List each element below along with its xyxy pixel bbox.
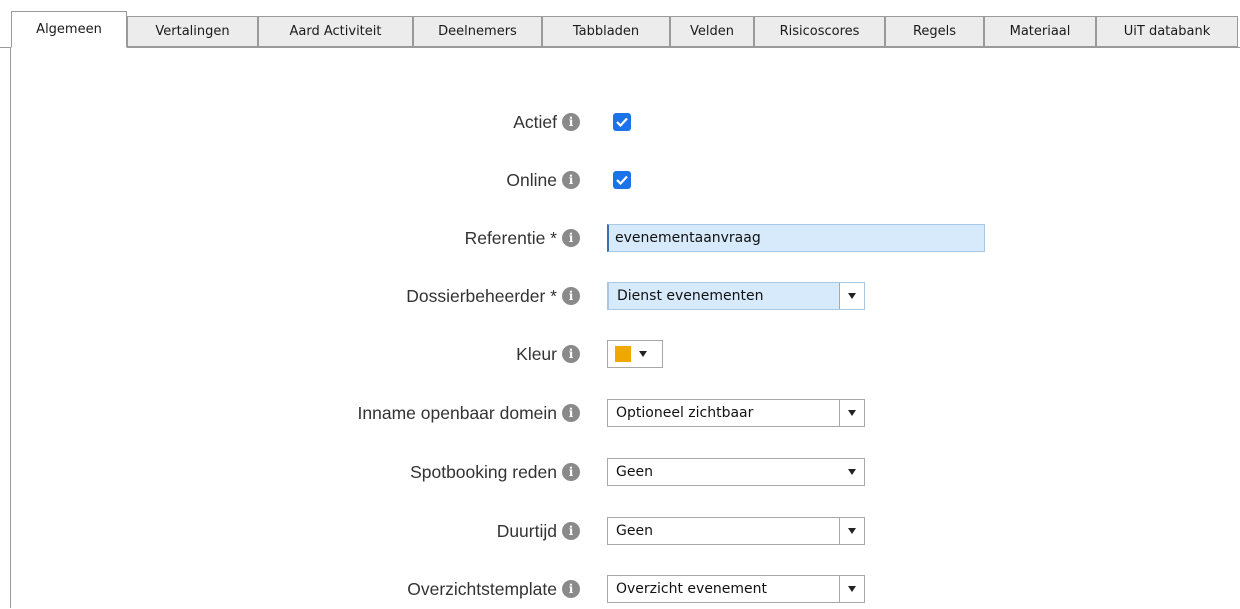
inname-value: Optioneel zichtbaar xyxy=(616,405,754,421)
check-icon xyxy=(616,175,628,185)
tab-algemeen[interactable]: Algemeen xyxy=(11,11,127,48)
row-kleur: Kleur i xyxy=(0,334,1240,374)
row-online: Online i xyxy=(0,160,1240,200)
info-icon[interactable]: i xyxy=(562,404,580,422)
referentie-input[interactable]: evenementaanvraag xyxy=(607,224,985,252)
duurtijd-label: Duurtijd xyxy=(496,520,557,541)
check-icon xyxy=(616,117,628,127)
tab-vertalingen[interactable]: Vertalingen xyxy=(127,16,258,47)
row-duurtijd: Duurtijd i Geen xyxy=(0,511,1240,551)
referentie-label: Referentie * xyxy=(464,227,557,248)
chevron-down-icon[interactable] xyxy=(839,518,864,544)
chevron-down-icon[interactable] xyxy=(839,400,864,426)
inname-select[interactable]: Optioneel zichtbaar xyxy=(607,399,865,427)
info-icon[interactable]: i xyxy=(562,113,580,131)
overzichtstemplate-label: Overzichtstemplate xyxy=(407,578,557,599)
tab-risicoscores[interactable]: Risicoscores xyxy=(754,16,885,47)
inname-label: Inname openbaar domein xyxy=(357,402,557,423)
tab-deelnemers[interactable]: Deelnemers xyxy=(413,16,542,47)
row-spotbooking: Spotbooking reden i Geen xyxy=(0,452,1240,492)
info-icon[interactable]: i xyxy=(562,287,580,305)
info-icon[interactable]: i xyxy=(562,580,580,598)
tab-aard-activiteit[interactable]: Aard Activiteit xyxy=(258,16,413,47)
chevron-down-icon[interactable] xyxy=(839,283,864,309)
online-label: Online xyxy=(506,169,557,190)
actief-checkbox[interactable] xyxy=(613,113,631,131)
dossierbeheerder-select[interactable]: Dienst evenementen xyxy=(607,282,865,310)
tab-bar: Algemeen Vertalingen Aard Activiteit Dee… xyxy=(0,0,1240,48)
kleur-label: Kleur xyxy=(516,343,557,364)
tab-materiaal[interactable]: Materiaal xyxy=(984,16,1096,47)
info-icon[interactable]: i xyxy=(562,229,580,247)
spotbooking-select[interactable]: Geen xyxy=(607,458,865,486)
info-icon[interactable]: i xyxy=(562,463,580,481)
spotbooking-label: Spotbooking reden xyxy=(410,461,557,482)
row-overzichtstemplate: Overzichtstemplate i Overzicht evenement xyxy=(0,569,1240,609)
chevron-down-icon xyxy=(639,351,647,357)
spotbooking-value: Geen xyxy=(616,464,653,480)
info-icon[interactable]: i xyxy=(562,345,580,363)
row-inname: Inname openbaar domein i Optioneel zicht… xyxy=(0,393,1240,433)
tabs-divider xyxy=(0,47,1240,48)
duurtijd-value: Geen xyxy=(616,523,653,539)
actief-label: Actief xyxy=(513,111,557,132)
duurtijd-select[interactable]: Geen xyxy=(607,517,865,545)
row-actief: Actief i xyxy=(0,102,1240,142)
kleur-color-picker[interactable] xyxy=(607,340,663,368)
row-dossierbeheerder: Dossierbeheerder * i Dienst evenementen xyxy=(0,276,1240,316)
color-swatch xyxy=(615,346,631,362)
tab-regels[interactable]: Regels xyxy=(885,16,984,47)
dossierbeheerder-label: Dossierbeheerder * xyxy=(406,285,557,306)
tab-velden[interactable]: Velden xyxy=(670,16,754,47)
chevron-down-icon[interactable] xyxy=(839,576,864,602)
chevron-down-icon[interactable] xyxy=(840,459,864,485)
online-checkbox[interactable] xyxy=(613,171,631,189)
info-icon[interactable]: i xyxy=(562,171,580,189)
overzichtstemplate-select[interactable]: Overzicht evenement xyxy=(607,575,865,603)
row-referentie: Referentie * i evenementaanvraag xyxy=(0,218,1240,258)
tab-tabbladen[interactable]: Tabbladen xyxy=(542,16,670,47)
dossierbeheerder-value: Dienst evenementen xyxy=(617,288,764,304)
overzichtstemplate-value: Overzicht evenement xyxy=(616,581,768,597)
tab-uit-databank[interactable]: UiT databank xyxy=(1096,16,1238,47)
info-icon[interactable]: i xyxy=(562,522,580,540)
